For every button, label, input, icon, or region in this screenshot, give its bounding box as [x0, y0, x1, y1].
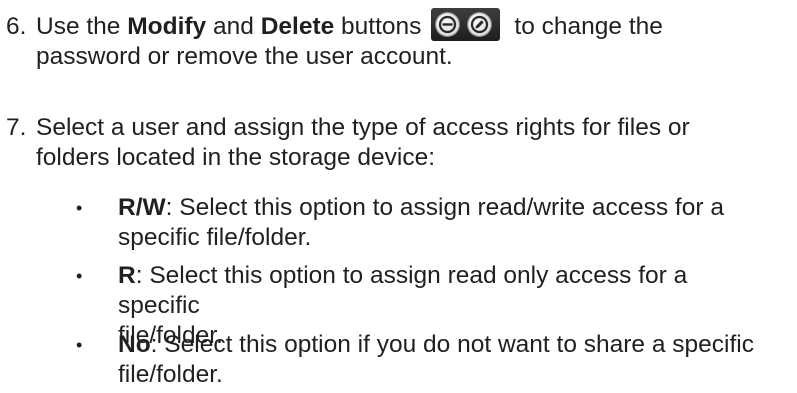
button-icons-image [431, 8, 501, 42]
bullet-text: R/W: Select this option to assign read/w… [118, 193, 768, 253]
step-text: Select a user and assign the type of acc… [36, 113, 776, 173]
step-text-segment: and [206, 13, 261, 40]
bullet-dot: • [76, 335, 83, 355]
manual-page: 6. Use the Modify and Delete buttons to c… [0, 0, 797, 393]
option-description: : Select this option to assign read/writ… [165, 194, 724, 221]
step-text-segment: to change the [514, 13, 663, 40]
bullet-line-2: specific file/folder. [118, 224, 312, 251]
step-number: 6. [6, 13, 27, 40]
bullet-line-1: R/W: Select this option to assign read/w… [118, 193, 768, 223]
option-description: : Select this option if you do not want … [150, 331, 754, 358]
option-label: No [118, 331, 151, 358]
option-label: R [118, 262, 136, 289]
step-text-segment: buttons [334, 13, 422, 40]
step-line-1: Select a user and assign the type of acc… [36, 114, 690, 141]
bullet-line-2: file/folder. [118, 361, 223, 388]
bullet-dot: • [76, 266, 83, 286]
step-line-1: Use the Modify and Delete buttons to chan… [36, 8, 776, 42]
step-number: 7. [6, 114, 27, 141]
modify-icon [468, 13, 492, 37]
step-line-2: folders located in the storage device: [36, 144, 436, 171]
bullet-dot: • [76, 198, 83, 218]
step-text: Use the Modify and Delete buttons to chan… [36, 8, 776, 72]
step-text-segment: Use the [36, 13, 128, 40]
modify-label: Modify [127, 13, 207, 40]
option-description: : Select this option to assign read only… [118, 262, 688, 319]
delete-icon [436, 13, 460, 37]
bullet-line-1: No: Select this option if you do not wan… [118, 330, 768, 360]
delete-label: Delete [260, 13, 335, 40]
bullet-text: No: Select this option if you do not wan… [118, 330, 768, 390]
bullet-line-1: R: Select this option to assign read onl… [118, 261, 768, 321]
option-label: R/W [118, 194, 166, 221]
step-line-2: password or remove the user account. [36, 43, 453, 70]
